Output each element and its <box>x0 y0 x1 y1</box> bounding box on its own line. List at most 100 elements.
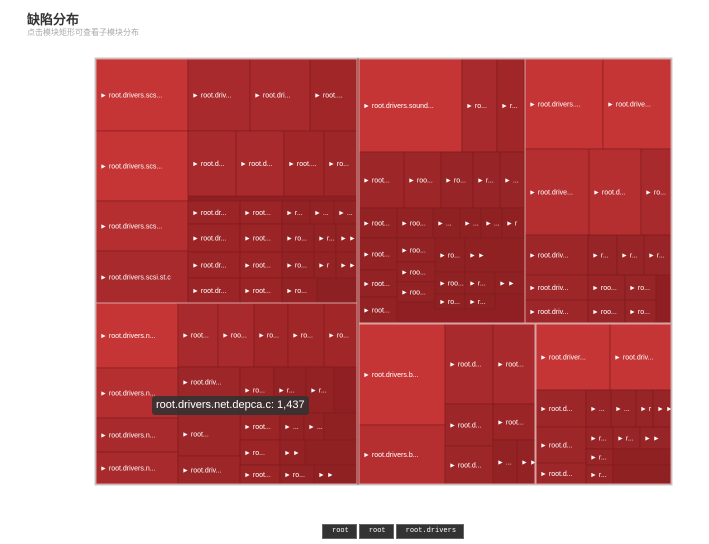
treemap-label: ► ro... <box>466 103 487 110</box>
treemap-label: ► root.driv... <box>529 285 569 292</box>
treemap-chart[interactable]: ► root.drivers.scs... ► root.driv... ► roo… <box>0 0 709 544</box>
treemap-label: ► r... <box>318 236 335 243</box>
treemap-label: ► ro... <box>244 450 265 457</box>
treemap-label: ► root.driv... <box>192 93 232 100</box>
treemap-label: ► ro... <box>286 288 307 295</box>
treemap-label: ► ... <box>338 210 353 217</box>
treemap-label: ► root.dr... <box>192 288 227 295</box>
treemap-label: ► ro... <box>439 299 460 306</box>
treemap-label: ► root.drivers.scsi.st.c <box>100 275 171 282</box>
treemap-label: ► root.drivers.n... <box>100 466 156 473</box>
treemap-group-sound[interactable]: ► root.drivers.sound... ► ro... ► r... ► ro… <box>358 58 526 324</box>
treemap-label: ► root.drivers.... <box>529 102 581 109</box>
treemap-label: ► root.drivers.scs... <box>100 224 162 231</box>
treemap-label: ► ► <box>499 281 515 288</box>
treemap-label: ► ... <box>615 406 630 413</box>
treemap-label: ► ► <box>657 406 673 413</box>
treemap-label: ► ro... <box>629 285 650 292</box>
treemap-cell[interactable] <box>323 412 358 441</box>
treemap-label: ► root... <box>244 236 271 243</box>
treemap-label: ► ... <box>464 221 479 228</box>
treemap-label: ► roo... <box>401 221 426 228</box>
treemap-label: ► ► <box>340 263 356 270</box>
treemap-label: ► ro... <box>439 253 460 260</box>
treemap-label: ► root.d... <box>593 190 626 197</box>
breadcrumb-item-root-2[interactable]: root <box>358 524 394 539</box>
treemap-label: ► root.driver... <box>540 355 586 362</box>
treemap-label: ► root... <box>363 252 390 259</box>
treemap-label: ► root.d... <box>449 362 482 369</box>
treemap-label: ► ro... <box>258 333 279 340</box>
treemap-label: ► root... <box>363 281 390 288</box>
treemap-label: ► r... <box>469 281 486 288</box>
treemap-label: ► root... <box>363 178 390 185</box>
treemap-label: ► root.d... <box>540 406 573 413</box>
treemap-label: ► r... <box>617 436 634 443</box>
treemap-label: ► ► <box>644 436 660 443</box>
treemap-label: ► roo... <box>592 309 617 316</box>
treemap-cell[interactable] <box>304 439 358 466</box>
treemap-label: ► root.dr... <box>192 210 227 217</box>
treemap-label: ► r... <box>286 210 303 217</box>
tooltip: root.drivers.net.depca.c: 1,437 <box>152 396 309 415</box>
treemap-label: ► root.d... <box>540 471 573 478</box>
treemap-cell[interactable] <box>612 448 672 466</box>
treemap-group-scsi[interactable]: ► root.drivers.scs... ► root.driv... ► roo… <box>95 58 358 304</box>
treemap-cell[interactable] <box>612 464 672 485</box>
treemap-label: ► root.driv... <box>529 309 569 316</box>
treemap-label: ► root.drive... <box>607 102 651 109</box>
treemap-label: ► r... <box>592 253 609 260</box>
treemap-label: ► ro... <box>629 309 650 316</box>
breadcrumb[interactable]: root root root.drivers <box>322 524 466 539</box>
treemap-label: ► root... <box>363 308 390 315</box>
treemap-cell[interactable] <box>316 277 358 304</box>
treemap-label: ► ro... <box>286 236 307 243</box>
treemap-label: ► ► <box>284 450 300 457</box>
treemap-label: ► r... <box>469 299 486 306</box>
treemap-label: ► roo... <box>592 285 617 292</box>
treemap-label: ► ► <box>318 472 334 479</box>
treemap-label: ► root.d... <box>192 161 225 168</box>
treemap-label: ► root.dri... <box>254 93 291 100</box>
treemap-label: ► root.drivers.sound... <box>363 103 434 110</box>
breadcrumb-item-root[interactable]: root <box>322 524 357 539</box>
treemap-label: ► roo... <box>222 333 247 340</box>
treemap-label: ► r... <box>310 388 327 395</box>
treemap-label: ► r... <box>621 253 638 260</box>
treemap-label: ► ► <box>469 253 485 260</box>
treemap-label: ► ro... <box>284 472 305 479</box>
treemap-label: ► root.driv... <box>182 380 222 387</box>
treemap-label: ► r... <box>477 178 494 185</box>
treemap-group-block[interactable]: ► root.drivers.b... ► root.d... ► root... ►… <box>358 323 537 485</box>
breadcrumb-item-root-drivers[interactable]: root.drivers <box>395 524 465 539</box>
treemap-label: ► root.drive... <box>529 190 573 197</box>
treemap-label: ► ro... <box>328 333 349 340</box>
treemap-label: ► root.d... <box>449 423 482 430</box>
treemap-label: ► ... <box>590 406 605 413</box>
treemap-label: ► r... <box>278 388 295 395</box>
treemap-group-upper-right[interactable]: ► root.drivers.... ► root.drive... ► root.… <box>524 58 672 324</box>
treemap-label: ► root... <box>244 424 271 431</box>
treemap-group-lower-right[interactable]: ► root.driver... ► root.driv... ► root.d..… <box>535 323 673 485</box>
treemap-label: ► ... <box>437 221 452 228</box>
treemap-label: ► root... <box>497 420 524 427</box>
treemap-label: ► ... <box>314 210 329 217</box>
treemap-label: ► ro... <box>286 263 307 270</box>
treemap-label: ► ... <box>308 424 323 431</box>
treemap-label: ► r... <box>648 253 665 260</box>
treemap-label: ► ro... <box>645 190 666 197</box>
treemap-label: ► root.drivers.n... <box>100 391 156 398</box>
treemap-label: ► root.drivers.n... <box>100 433 156 440</box>
treemap-group-net[interactable]: ► root.drivers.n... ► root... ► roo... ► ro… <box>95 302 358 485</box>
treemap-label: ► root.d... <box>240 161 273 168</box>
treemap-label: ► root... <box>244 288 271 295</box>
treemap-label: ► ... <box>504 178 519 185</box>
treemap-label: ► root.dr... <box>192 236 227 243</box>
treemap-label: ► root.drivers.b... <box>363 452 419 459</box>
treemap-label: ► root.driv... <box>614 355 654 362</box>
treemap-label: ► r... <box>501 103 518 110</box>
treemap-label: ► ... <box>497 460 512 467</box>
treemap-label: ► root.drivers.b... <box>363 372 419 379</box>
treemap-label: ► r <box>318 263 330 270</box>
treemap-label: ► root.drivers.scs... <box>100 93 162 100</box>
